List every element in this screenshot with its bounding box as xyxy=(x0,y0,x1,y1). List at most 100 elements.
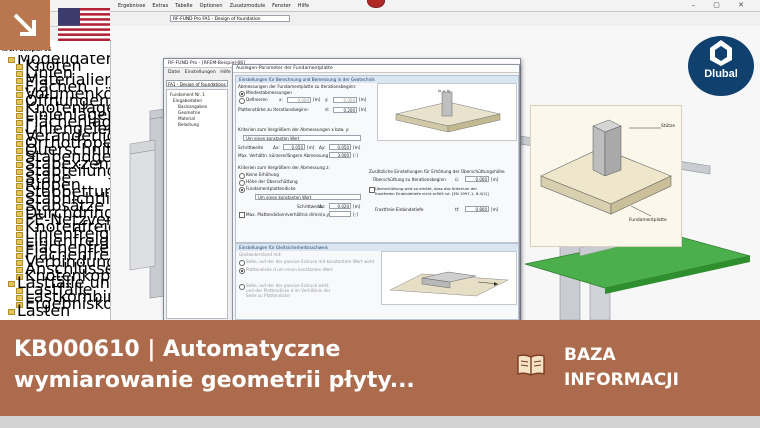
max-ratio-label: Max. Plattendicken/verhältnis d/min(x,y) xyxy=(246,212,331,217)
sliding-sketch-graphic xyxy=(389,271,509,297)
radio-define-dims-label: Definieren xyxy=(246,97,268,102)
menu-settings[interactable]: Einstellungen xyxy=(185,70,216,75)
module-case-select[interactable]: FA1 - Design of foundations xyxy=(166,80,228,87)
folder-icon xyxy=(8,280,15,287)
sliding-sketch xyxy=(381,251,517,305)
unit-dash: [-] xyxy=(353,153,358,158)
radio-no-increase[interactable] xyxy=(239,173,245,179)
radio-sliding-3[interactable] xyxy=(239,284,245,290)
radio-cover-height[interactable] xyxy=(239,180,245,186)
unit-m: [m] xyxy=(359,97,367,102)
menu-item[interactable]: Fenster xyxy=(272,3,291,9)
sliding-option-3: Seite, auf der der passive Erdruck wirkt… xyxy=(246,283,331,298)
module-side-tree: Fundament Nr. 1 Eingabedaten Basisangabe… xyxy=(166,89,228,319)
start-dims-label: Abmessungen der Fundamentplatte zu Itera… xyxy=(238,84,357,89)
geotech-settings-header: Einstellungen für Berechnung und Bemessu… xyxy=(236,76,518,83)
foundation-detail-sketch: Stütze Fundamentplatte xyxy=(530,105,682,247)
foundation-detail-graphic xyxy=(540,119,672,217)
enlarge-z-select[interactable]: Um einen konstanten Wert xyxy=(255,194,361,200)
d-input[interactable]: 0.200 xyxy=(333,107,357,113)
navigator-tree: Modelldaten Knoten Linien Materialien Fläche… xyxy=(6,55,110,320)
dlubal-logo-mark-icon xyxy=(710,40,732,66)
side-tree-foundation[interactable]: Fundament Nr. 1 xyxy=(170,92,205,97)
menu-item[interactable]: Optionen xyxy=(200,3,223,9)
y-label: y: xyxy=(325,97,329,102)
kb-category-line2: INFORMACJI xyxy=(564,370,679,390)
open-book-icon xyxy=(516,352,546,378)
unit-m: [m] xyxy=(491,207,499,212)
dy-input[interactable]: 0.050 xyxy=(329,144,351,150)
dz-input[interactable]: 0.020 xyxy=(329,203,351,209)
tf-input[interactable]: 0.800 xyxy=(465,206,489,212)
menu-item[interactable]: Tabelle xyxy=(175,3,192,9)
module-window-select[interactable]: RF-FUND Pro FA1 - Design of foundation xyxy=(170,15,290,22)
radio-define-dims[interactable] xyxy=(239,98,245,104)
max-ratio-checkbox[interactable] xyxy=(239,212,245,218)
unit-m: [m] xyxy=(491,177,499,182)
tree-item-label: Lasten xyxy=(17,301,71,320)
design-parameters-dialog: Auslegen-Parameter der Fundamentplatte E… xyxy=(232,64,520,327)
main-toolbar xyxy=(0,12,760,27)
max-ratio-input[interactable] xyxy=(329,211,351,217)
menu-help[interactable]: Hilfe xyxy=(220,70,230,75)
thickness-label: Plattenstärke zu Iterationsbeginn: xyxy=(238,107,309,112)
dy-label: Δy: xyxy=(319,145,326,150)
frost-label: Frostfreie Einbindetiefe xyxy=(375,207,424,212)
ratio-label: Max. Verhältn. kürzere/längere Abmessung… xyxy=(238,153,335,158)
radio-min-dims[interactable] xyxy=(239,91,245,97)
menu-item[interactable]: Extras xyxy=(152,3,168,9)
x-label: x: xyxy=(279,97,283,102)
unit-m: [m] xyxy=(353,145,361,150)
kb-article-title: KB000610 | Automatyczne wymiarowanie geo… xyxy=(14,337,415,393)
y-input[interactable]: 0.000 xyxy=(333,97,357,103)
radio-slab-thickness[interactable] xyxy=(239,187,245,193)
kb-category-line1: BAZA xyxy=(564,345,616,365)
menu-item[interactable]: Ergebnisse xyxy=(118,3,145,9)
stuetze-label: Stütze xyxy=(661,124,676,129)
radio-slab-thickness-label: Fundamentplattendicke xyxy=(246,186,296,191)
enlarge-xy-select[interactable]: Um einen konstanten Wert xyxy=(243,135,361,141)
menu-file[interactable]: Datei xyxy=(168,70,180,75)
sliding-option-2: Plattendicke d um einen konstanten Wert xyxy=(246,267,333,272)
sketch-label-lxly: lx = ly xyxy=(438,88,451,93)
unit-m: [m] xyxy=(353,204,361,209)
unit-m: [m] xyxy=(307,145,315,150)
folder-icon xyxy=(8,308,15,315)
kb-category: BAZA INFORMACJI xyxy=(564,343,679,393)
tree-item[interactable]: Lasten xyxy=(8,303,70,319)
dimension-sketch: lx = ly xyxy=(377,83,517,141)
unit-dash: [-] xyxy=(353,212,358,217)
ratio-input[interactable]: 3.000 xyxy=(329,152,351,158)
enlarge-xy-label: Kriterien zum Vergrößern der Abmessungen… xyxy=(238,127,350,132)
radio-sliding-1[interactable] xyxy=(239,260,245,266)
side-tree-geometry[interactable]: Geometrie xyxy=(178,110,200,115)
sliding-line1: Gleitwiderstand mit: xyxy=(239,252,282,257)
bottom-strip xyxy=(0,416,760,428)
sliding-option-1: Seite, auf der der passive Erdruck mit k… xyxy=(246,259,375,264)
unit-m: [m] xyxy=(313,97,321,102)
cover-check-text: Überschüttung wird so erhöht, dass das K… xyxy=(375,186,489,196)
extra-cover-header: Zusätzliche Einstellungen für Erhöhung d… xyxy=(369,169,505,174)
radio-no-increase-label: Keine Erhöhung xyxy=(246,172,279,177)
menu-item[interactable]: Hilfe xyxy=(298,3,309,9)
cover-start-label: Überschüttung zu Iterationsbeginn xyxy=(373,177,446,182)
radio-sliding-2[interactable] xyxy=(239,268,245,274)
dlubal-logo-text: Dlubal xyxy=(704,68,738,80)
dx-input[interactable]: 0.050 xyxy=(283,144,305,150)
side-tree-material[interactable]: Material xyxy=(178,116,195,121)
radio-cover-height-label: Höhe der Überschüttung xyxy=(246,179,298,184)
radio-min-dims-label: Mindestabmessungen xyxy=(246,90,292,95)
unit-m: [m] xyxy=(359,107,367,112)
menu-item[interactable]: Zusatzmodule xyxy=(230,3,266,9)
side-tree-basic[interactable]: Basisangaben xyxy=(178,104,207,109)
arrow-down-right-icon xyxy=(13,13,36,36)
side-tree-input[interactable]: Eingabedaten xyxy=(173,98,202,103)
side-tree-loading[interactable]: Belastung xyxy=(178,122,199,127)
x-input[interactable]: 0.000 xyxy=(287,97,311,103)
folder-icon xyxy=(8,56,15,63)
step-label: Schrittweite xyxy=(238,145,264,150)
window-controls[interactable]: – ▢ ✕ xyxy=(692,1,752,9)
corner-marker xyxy=(0,0,50,50)
dx-label: Δx: xyxy=(273,145,280,150)
u-input[interactable]: 0.000 xyxy=(465,176,489,182)
